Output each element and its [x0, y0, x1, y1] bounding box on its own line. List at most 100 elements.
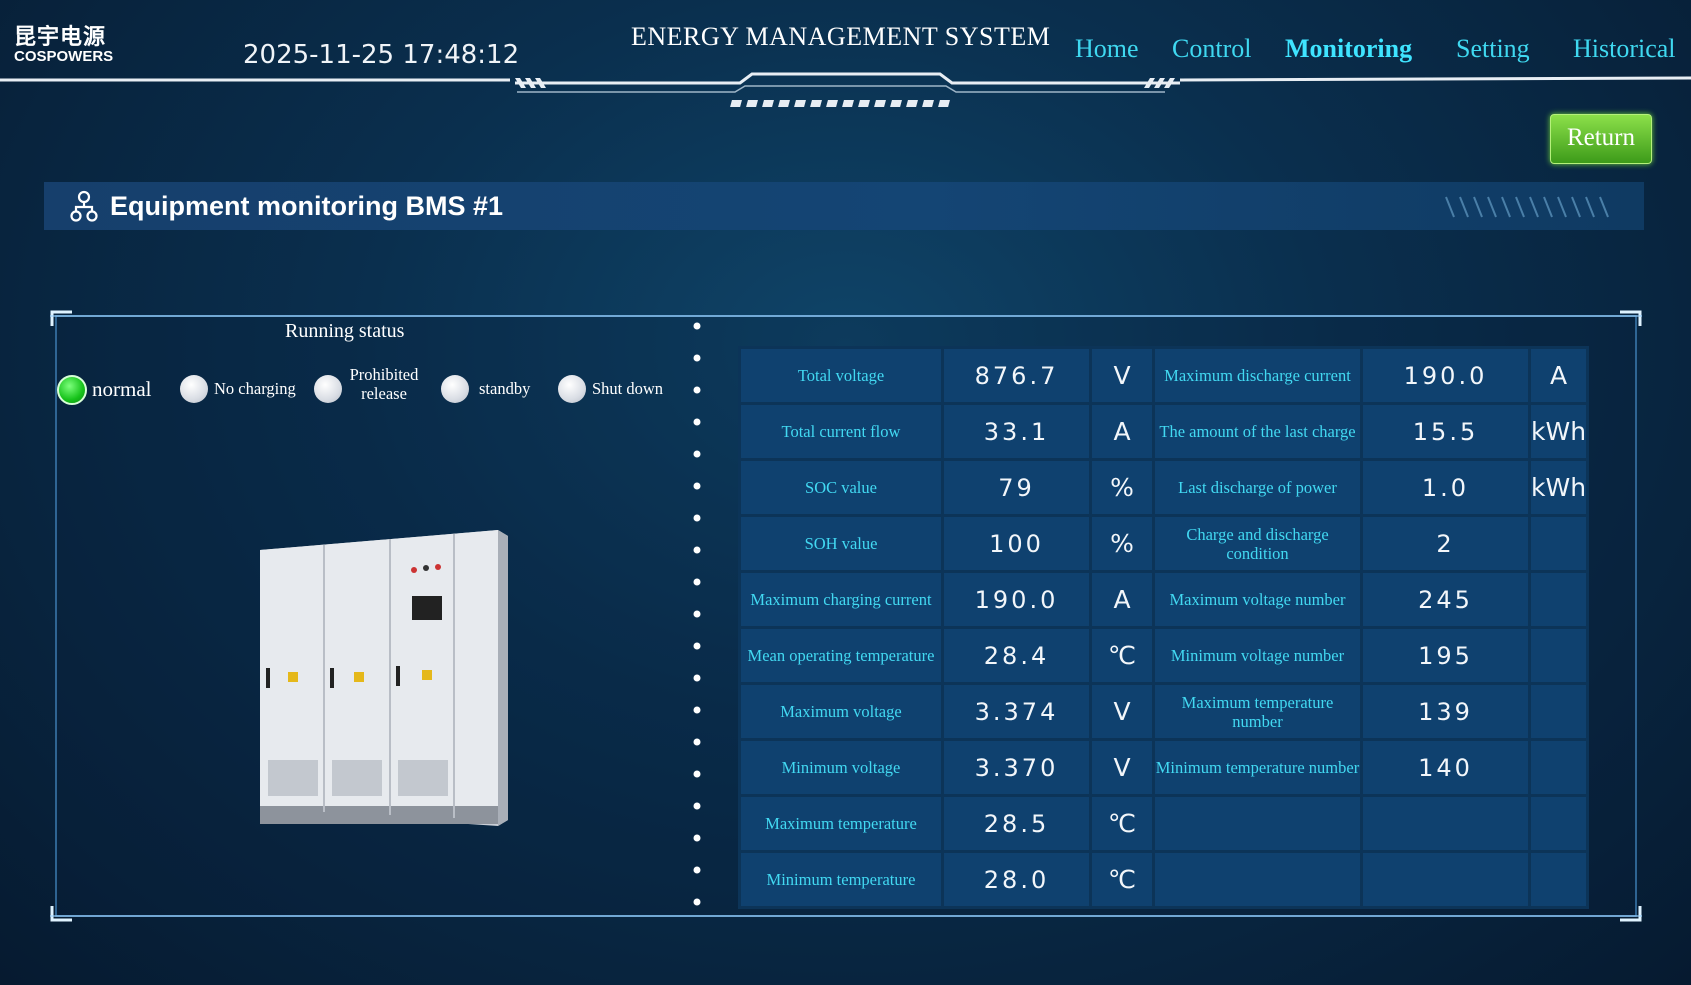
status-no-charging: No charging [180, 373, 310, 407]
metric-unit: kWh [1531, 461, 1587, 514]
table-row: Minimum temperature 28.0 ℃ [741, 853, 1587, 906]
metric-unit: V [1092, 349, 1152, 402]
metric-label: Maximum temperature [741, 797, 941, 850]
status-prohibited-release: Prohibited release [314, 365, 424, 407]
status-normal: normal [57, 373, 167, 407]
battery-cabinet-image [260, 530, 508, 826]
table-row: Minimum voltage 3.370 V Minimum temperat… [741, 741, 1587, 794]
metric-value: 195 [1363, 629, 1528, 682]
metric-unit [1531, 853, 1587, 906]
status-indicator-off [180, 375, 208, 403]
metric-value: 139 [1363, 685, 1528, 738]
nav-control[interactable]: Control [1172, 34, 1251, 64]
running-status-title: Running status [285, 320, 405, 342]
header-decoration [0, 72, 1691, 107]
status-label: Prohibited release [349, 365, 419, 403]
metric-unit: kWh [1531, 405, 1587, 458]
nav-historical[interactable]: Historical [1573, 34, 1676, 64]
metric-value: 2 [1363, 517, 1528, 570]
metric-unit: ℃ [1092, 853, 1152, 906]
metric-value: 79 [944, 461, 1089, 514]
metric-unit: A [1092, 573, 1152, 626]
metric-value: 100 [944, 517, 1089, 570]
metric-label: Charge and discharge condition [1155, 517, 1360, 570]
metric-label: Maximum discharge current [1155, 349, 1360, 402]
status-label: normal [92, 377, 152, 401]
metric-label: Total current flow [741, 405, 941, 458]
metric-label: The amount of the last charge [1155, 405, 1360, 458]
network-icon [70, 190, 98, 227]
metric-label: Maximum voltage number [1155, 573, 1360, 626]
metric-label: Maximum voltage [741, 685, 941, 738]
metric-unit: V [1092, 685, 1152, 738]
metric-unit [1531, 685, 1587, 738]
metric-value: 3.370 [944, 741, 1089, 794]
status-indicator-off [314, 375, 342, 403]
status-label: No charging [214, 379, 296, 398]
metric-label: Minimum temperature [741, 853, 941, 906]
status-indicator-off [558, 375, 586, 403]
metric-unit [1531, 517, 1587, 570]
metric-value: 190.0 [1363, 349, 1528, 402]
system-title: ENERGY MANAGEMENT SYSTEM [631, 22, 1051, 51]
metric-value: 1.0 [1363, 461, 1528, 514]
metric-label [1155, 853, 1360, 906]
metric-unit: A [1092, 405, 1152, 458]
status-standby: standby [441, 373, 541, 407]
metric-label: Maximum charging current [741, 573, 941, 626]
table-row: Maximum charging current 190.0 A Maximum… [741, 573, 1587, 626]
metric-unit [1531, 573, 1587, 626]
nav-monitoring[interactable]: Monitoring [1285, 34, 1412, 64]
metric-unit [1531, 797, 1587, 850]
table-row: SOC value 79 % Last discharge of power 1… [741, 461, 1587, 514]
hatch-decoration [1445, 196, 1609, 218]
status-indicator-on [57, 375, 87, 405]
metric-unit: ℃ [1092, 629, 1152, 682]
return-button[interactable]: Return [1550, 114, 1652, 164]
metric-unit: ℃ [1092, 797, 1152, 850]
metric-value [1363, 797, 1528, 850]
metric-value: 876.7 [944, 349, 1089, 402]
status-shut-down: Shut down [558, 373, 678, 407]
metric-value: 3.374 [944, 685, 1089, 738]
status-label: standby [479, 379, 531, 398]
status-label: Shut down [592, 379, 664, 398]
metric-label: Maximum temperature number [1155, 685, 1360, 738]
metric-unit: % [1092, 461, 1152, 514]
metric-value: 28.0 [944, 853, 1089, 906]
metric-value: 28.5 [944, 797, 1089, 850]
company-logo: 昆宇电源 COSPOWERS [14, 25, 114, 65]
datetime-display: 2025-11-25 17:48:12 [243, 40, 520, 70]
status-indicator-off [441, 375, 469, 403]
table-row: Total voltage 876.7 V Maximum discharge … [741, 349, 1587, 402]
metric-label: Minimum voltage number [1155, 629, 1360, 682]
logo-chinese-text: 昆宇电源 [14, 25, 107, 50]
metric-label: Last discharge of power [1155, 461, 1360, 514]
logo-english-text: COSPOWERS [14, 48, 114, 65]
metric-value [1363, 853, 1528, 906]
section-header: Equipment monitoring BMS #1 [44, 182, 1644, 230]
metric-unit: % [1092, 517, 1152, 570]
metric-value: 190.0 [944, 573, 1089, 626]
metric-value: 245 [1363, 573, 1528, 626]
table-row: Mean operating temperature 28.4 ℃ Minimu… [741, 629, 1587, 682]
metric-value: 28.4 [944, 629, 1089, 682]
nav-setting[interactable]: Setting [1456, 34, 1530, 64]
metric-label: SOH value [741, 517, 941, 570]
table-row: Maximum temperature 28.5 ℃ [741, 797, 1587, 850]
metric-value: 15.5 [1363, 405, 1528, 458]
metric-label: Minimum voltage [741, 741, 941, 794]
nav-home[interactable]: Home [1075, 34, 1139, 64]
metric-unit [1531, 629, 1587, 682]
metric-unit [1531, 741, 1587, 794]
section-title: Equipment monitoring BMS #1 [110, 191, 504, 221]
bms-metrics-table: Total voltage 876.7 V Maximum discharge … [738, 346, 1590, 909]
metric-unit: A [1531, 349, 1587, 402]
metric-value: 33.1 [944, 405, 1089, 458]
metric-unit: V [1092, 741, 1152, 794]
metric-label: Mean operating temperature [741, 629, 941, 682]
table-row: SOH value 100 % Charge and discharge con… [741, 517, 1587, 570]
metric-label [1155, 797, 1360, 850]
metric-label: Total voltage [741, 349, 941, 402]
table-row: Maximum voltage 3.374 V Maximum temperat… [741, 685, 1587, 738]
